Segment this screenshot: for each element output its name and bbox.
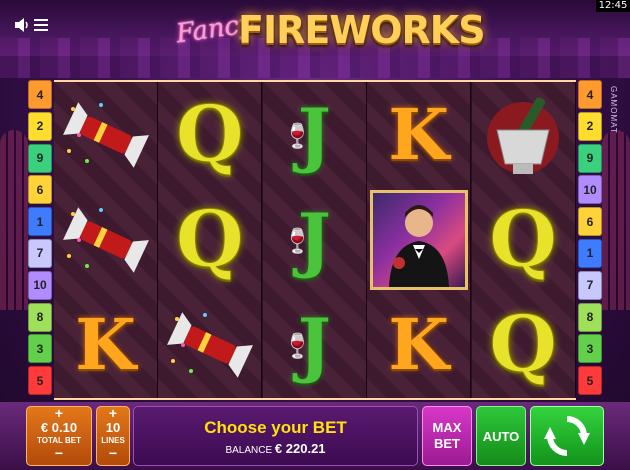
payline-indicator: 3	[578, 334, 602, 364]
payline-indicator: 4	[28, 80, 52, 109]
symbol-k: K	[388, 303, 450, 386]
reel-column: QQ	[471, 82, 576, 398]
payline-indicator: 1	[28, 207, 52, 237]
message-panel: Choose your BET BALANCE € 220.21	[133, 406, 418, 466]
spin-button[interactable]	[530, 406, 604, 466]
menu-controls[interactable]	[14, 14, 54, 36]
symbol-j: J 🍷	[282, 198, 331, 281]
game-logo: Fancy FIREWORKS	[174, 6, 485, 62]
background-window-left	[0, 130, 28, 310]
payline-indicator: 9	[578, 143, 602, 173]
payline-indicator: 9	[28, 143, 52, 173]
balance-display: BALANCE € 220.21	[133, 441, 418, 456]
lines-control: + 10 LINES −	[96, 406, 130, 466]
payline-indicator: 6	[28, 175, 52, 205]
reel-column: J 🍷 J 🍷 J 🍷	[262, 82, 367, 398]
reel-column: K	[54, 82, 158, 398]
symbol-q: Q	[175, 89, 244, 181]
symbol-j: J 🍷	[282, 93, 331, 176]
payline-indicator: 2	[28, 111, 52, 141]
gentleman-icon	[389, 205, 449, 287]
total-bet-plus-button[interactable]: +	[26, 406, 92, 420]
payline-indicator: 1	[578, 238, 602, 268]
payline-indicator: 10	[28, 270, 52, 300]
payline-indicators-right: 4 2 9 10 6 1 7 8 3 5	[578, 80, 602, 396]
logo-fireworks: FIREWORKS	[238, 8, 486, 52]
payline-indicator: 4	[578, 80, 602, 109]
total-bet-value: € 0.10	[40, 420, 78, 435]
sound-icon[interactable]	[14, 17, 30, 33]
cracker-icon	[54, 82, 157, 187]
payline-indicator: 7	[578, 270, 602, 300]
total-bet-control: + € 0.10 TOTAL BET −	[26, 406, 92, 466]
payline-indicator: 8	[578, 302, 602, 332]
max-bet-label: MAX BET	[432, 420, 462, 451]
payline-indicator: 6	[578, 207, 602, 237]
symbol-k: K	[388, 93, 450, 176]
symbol-j: J 🍷	[282, 303, 331, 386]
lines-minus-button[interactable]: −	[96, 446, 130, 460]
bet-message: Choose your BET	[204, 418, 347, 437]
cracker-icon	[158, 292, 261, 397]
payline-indicator: 5	[28, 366, 52, 396]
spin-arrows-icon	[544, 416, 590, 456]
wine-glass-icon: 🍷	[282, 228, 313, 255]
symbol-k: K	[75, 303, 136, 386]
payline-indicators-left: 4 2 9 6 1 7 10 8 3 5	[28, 80, 52, 396]
lines-value: 10	[105, 420, 121, 435]
champagne-icon	[472, 82, 575, 187]
payline-indicator: 10	[578, 175, 602, 205]
wine-glass-icon: 🍷	[282, 123, 313, 150]
max-bet-button[interactable]: MAX BET	[422, 406, 472, 466]
symbol-q: Q	[489, 194, 558, 286]
balance-value: € 220.21	[274, 441, 326, 456]
payline-indicator: 3	[28, 334, 52, 364]
cracker-icon	[54, 187, 157, 292]
auto-button[interactable]: AUTO	[476, 406, 526, 466]
symbol-q: Q	[175, 194, 244, 286]
reel-column: QQ	[158, 82, 263, 398]
lines-plus-button[interactable]: +	[96, 406, 130, 420]
gentleman-symbol-frame	[370, 190, 468, 290]
reel-grid: K Q Q J 🍷 J 🍷 J 🍷 K K Q Q	[54, 80, 576, 400]
balance-label: BALANCE	[225, 445, 273, 456]
status-clock: 12:45	[596, 0, 630, 12]
wine-glass-icon: 🍷	[282, 333, 313, 360]
total-bet-minus-button[interactable]: −	[26, 446, 92, 460]
payline-indicator: 8	[28, 302, 52, 332]
symbol-q: Q	[489, 299, 558, 391]
payline-indicator: 7	[28, 238, 52, 268]
payline-indicator: 5	[578, 366, 602, 396]
hamburger-menu-icon[interactable]	[34, 19, 48, 31]
brand-label: GAMOMAT	[609, 86, 618, 134]
payline-indicator: 2	[578, 111, 602, 141]
